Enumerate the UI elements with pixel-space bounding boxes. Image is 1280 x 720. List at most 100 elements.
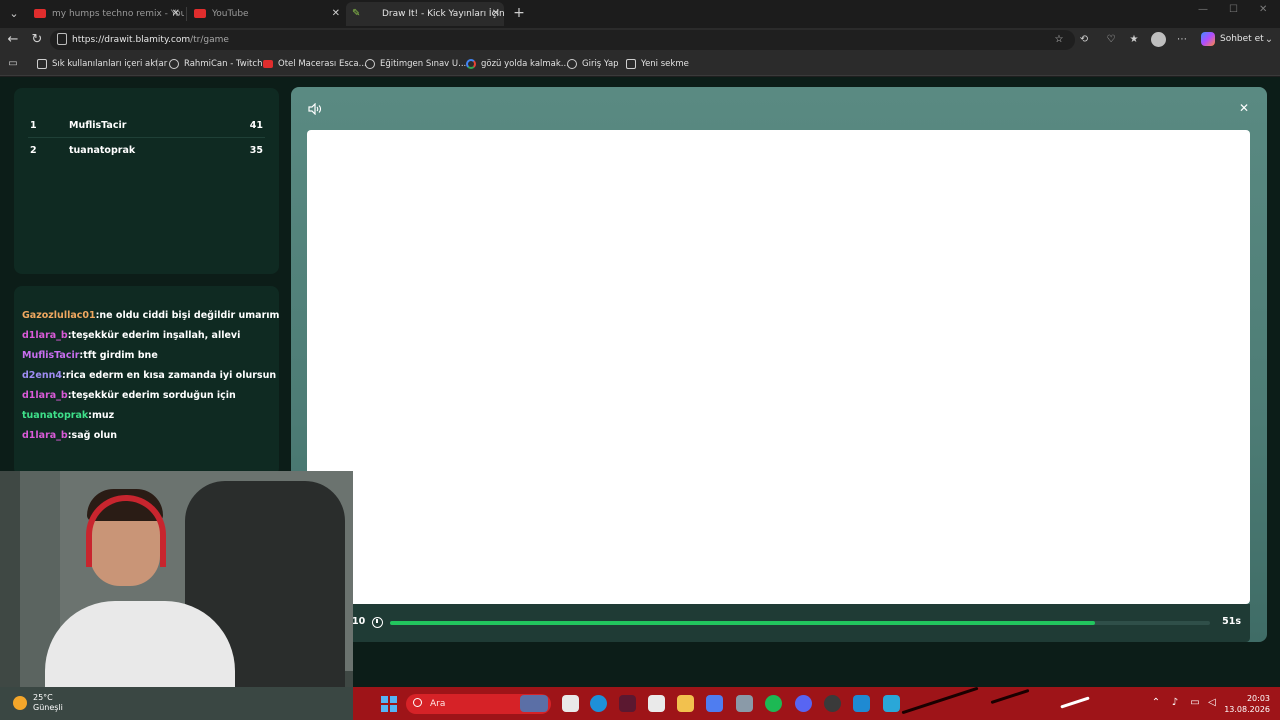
microphone-icon[interactable]: ♪ [1169,697,1181,709]
bookmark-import[interactable]: Sık kullanılanları içeri aktar [37,56,167,72]
tab-youtube-remix[interactable]: my humps techno remix - YouTub ✕ [28,2,184,26]
steam-icon[interactable] [824,695,841,712]
chat-username: d2enn4 [22,370,62,381]
bookmark-giris-yap[interactable]: Giriş Yap [567,56,619,72]
spotify-icon[interactable] [765,695,782,712]
profile-avatar[interactable] [1151,32,1166,47]
globe-icon [169,59,179,69]
copilot-app-icon[interactable] [706,695,723,712]
search-placeholder: Ara [430,699,446,709]
url-text[interactable]: https://drawit.blamity.com/tr/game [72,30,229,50]
tab-draw-it[interactable]: ✎ Draw It! - Kick Yayınları İçin Ç ✕ [346,2,504,26]
folder-icon [37,59,47,69]
copilot-chat-label[interactable]: Sohbet et [1220,32,1264,46]
minimize-icon[interactable]: — [1198,4,1208,15]
favorite-star-icon[interactable]: ☆ [1052,33,1066,47]
network-icon[interactable]: ▭ [1189,697,1201,709]
wallpaper-stroke [990,688,1030,705]
clock-time: 20:03 [1246,694,1270,703]
chevron-down-icon[interactable]: ⌄ [1262,33,1276,47]
chat-message: Gazozlullac01:ne oldu ciddi bişi değildi… [22,310,279,321]
globe-icon [567,59,577,69]
headset [86,495,166,567]
address-bar[interactable]: https://drawit.blamity.com/tr/game ☆ [50,30,1075,50]
close-tab-icon[interactable]: ✕ [492,2,500,26]
weather-condition: Güneşli [33,703,63,712]
back-icon[interactable]: ← [4,31,22,49]
task-view-icon[interactable] [562,695,579,712]
speaker-icon[interactable] [308,102,322,116]
chat-username: d1lara_b [22,390,68,401]
volume-icon[interactable]: ◁ [1206,697,1218,709]
game-panel: ✕ 10 51s [291,87,1267,642]
close-tab-icon[interactable]: ✕ [172,2,180,26]
webcam-overlay [0,471,353,720]
windows-start-icon[interactable] [381,696,397,712]
sun-icon[interactable] [13,696,27,710]
site-info-icon[interactable] [57,33,67,45]
new-tab-icon [626,59,636,69]
seconds-remaining: 51s [1222,616,1241,627]
search-highlight-icon [520,695,548,712]
clock-date: 13.08.2026 [1224,705,1270,714]
vscode-icon[interactable] [853,695,870,712]
tab-actions-chevron-icon[interactable]: ⌄ [4,4,24,24]
tray-chevron-icon[interactable]: ⌃ [1150,697,1162,709]
round-timer-bar: 10 51s [307,604,1250,642]
leaderboard-panel: 1 MuflisTacir 41 2 tuanatoprak 35 [14,88,279,274]
maximize-icon[interactable]: ☐ [1229,4,1238,15]
file-explorer-icon[interactable] [677,695,694,712]
chat-text: muz [91,410,115,421]
app-icon[interactable] [736,695,753,712]
close-tab-icon[interactable]: ✕ [332,2,340,26]
chat-message: MuflisTacir:tft girdim bne [22,350,158,361]
close-window-icon[interactable]: ✕ [1259,4,1267,15]
search-icon [413,698,422,707]
chat-username: Gazozlullac01 [22,310,96,321]
copilot-icon[interactable] [1201,32,1215,46]
sidebar-toggle-icon[interactable]: ▭ [6,57,20,71]
chat-username: d1lara_b [22,330,68,341]
leaderboard-row: 2 tuanatoprak 35 [28,139,265,163]
chat-message: d2enn4:rica ederm en kısa zamanda iyi ol… [22,370,277,381]
drawing-canvas[interactable] [307,130,1250,604]
chat-panel: Gazozlullac01:ne oldu ciddi bişi değildi… [14,286,279,476]
chat-text: teşekkür ederim sorduğun için [71,390,236,401]
refresh-icon[interactable]: ↻ [28,31,46,49]
extensions-icon[interactable]: ⟲ [1077,33,1091,47]
weather-widget[interactable]: 25°C Güneşli [33,693,63,713]
bookmark-otel[interactable]: Otel Macerası Esca... [263,56,367,72]
chat-text: rica ederm en kısa zamanda iyi olursun [65,370,277,381]
bookmark-yeni-sekme[interactable]: Yeni sekme [626,56,689,72]
tab-title: YouTube [212,9,249,19]
edge-icon[interactable] [590,695,607,712]
favorites-icon[interactable]: ★ [1127,33,1141,47]
chat-message: tuanatoprak:muz [22,410,115,421]
bookmark-rahmican[interactable]: RahmiCan - Twitch [169,56,262,72]
youtube-icon [34,9,46,18]
telegram-icon[interactable] [883,695,900,712]
tab-divider [186,7,187,21]
new-tab-button[interactable]: + [510,4,528,22]
player-name: MuflisTacir [69,120,127,131]
wallpaper-stroke [901,686,979,715]
bookmark-egitimgen[interactable]: Eğitimgen Sınav U... [365,56,466,72]
close-icon[interactable]: ✕ [1239,101,1249,115]
tab-youtube[interactable]: YouTube ✕ [188,2,344,26]
player-score: 35 [249,145,263,156]
chat-message: d1lara_b:teşekkür ederim inşallah, allev… [22,330,241,341]
chat-message: d1lara_b:teşekkür ederim sorduğun için [22,390,236,401]
discord-icon[interactable] [795,695,812,712]
chat-username: tuanatoprak [22,410,89,421]
browser-essentials-icon[interactable]: ♡ [1104,33,1118,47]
more-menu-icon[interactable]: ⋯ [1175,33,1189,47]
intellij-icon[interactable] [619,695,636,712]
bookmark-gozu-yolda[interactable]: gözü yolda kalmak... [466,56,569,72]
address-toolbar: ← ↻ https://drawit.blamity.com/tr/game ☆… [0,28,1280,52]
store-icon[interactable] [648,695,665,712]
wallpaper-stroke [1060,696,1090,709]
player-rank: 2 [30,145,37,156]
chat-text: sağ olun [71,430,118,441]
chat-message: d1lara_b:sağ olun [22,430,118,441]
taskbar-clock[interactable]: 20:03 13.08.2026 [1224,693,1270,715]
